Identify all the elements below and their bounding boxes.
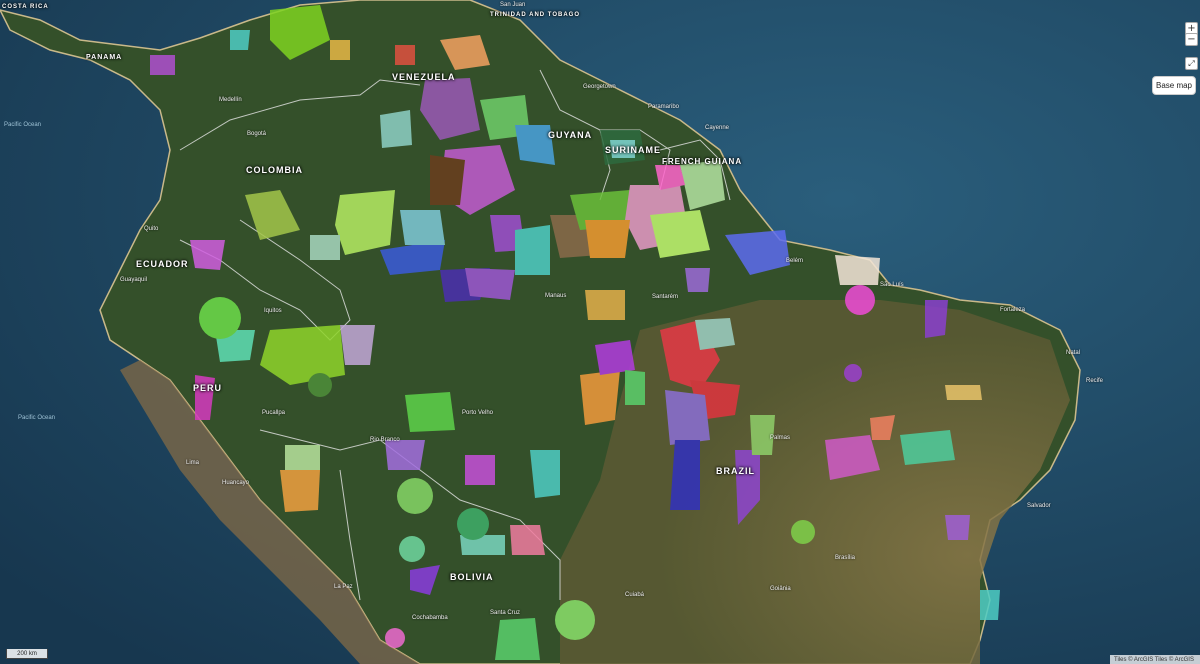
overlay-polygon[interactable] — [495, 618, 540, 660]
city-label: Goiânia — [770, 586, 791, 592]
country-label-panama: PANAMA — [86, 54, 123, 61]
overlay-polygon[interactable] — [945, 385, 982, 400]
overlay-polygon[interactable] — [510, 525, 545, 555]
overlay-polygon[interactable] — [980, 590, 1000, 620]
country-label-peru: PERU — [193, 383, 223, 393]
overlay-circle[interactable] — [397, 478, 433, 514]
country-label-brazil: BRAZIL — [716, 466, 755, 476]
overlay-circle[interactable] — [199, 297, 241, 339]
city-label: Fortaleza — [1000, 307, 1026, 313]
overlay-polygon[interactable] — [695, 318, 735, 350]
ocean-label-pacific: Pacific Ocean — [4, 122, 42, 128]
overlay-circle[interactable] — [457, 508, 489, 540]
overlay-polygon[interactable] — [515, 225, 550, 275]
country-label-venezuela: VENEZUELA — [392, 72, 456, 82]
city-label: São Luís — [880, 282, 904, 288]
country-label-costa-rica: COSTA RICA — [2, 4, 49, 10]
overlay-polygon[interactable] — [580, 370, 620, 425]
city-label: Pucallpa — [262, 410, 286, 416]
city-label: Natal — [1066, 350, 1081, 356]
city-label: Georgetown — [583, 84, 616, 90]
city-label: Salvador — [1027, 503, 1051, 509]
city-label: Brasília — [835, 555, 856, 561]
city-label: Belém — [786, 258, 804, 264]
overlay-circle[interactable] — [791, 520, 815, 544]
city-label: Cochabamba — [412, 615, 448, 621]
city-label: Palmas — [770, 435, 791, 441]
overlay-polygon[interactable] — [665, 390, 710, 445]
city-label: La Paz — [334, 584, 353, 590]
overlay-polygon[interactable] — [190, 240, 225, 270]
overlay-circle[interactable] — [399, 536, 425, 562]
country-label-suriname: SURINAME — [605, 145, 662, 155]
city-label: Porto Velho — [462, 410, 494, 416]
overlay-polygon[interactable] — [595, 340, 635, 375]
overlay-polygon[interactable] — [400, 210, 445, 245]
overlay-polygon[interactable] — [335, 190, 395, 255]
overlay-polygon[interactable] — [380, 110, 412, 148]
overlay-polygon[interactable] — [385, 440, 425, 470]
basemap-satellite[interactable] — [0, 0, 1200, 664]
overlay-polygon[interactable] — [465, 268, 515, 300]
country-label-guyana: GUYANA — [548, 130, 593, 140]
city-label: Huancayo — [222, 480, 250, 486]
map-attribution: Tiles © ArcGIS Tiles © ArcGIS — [1110, 655, 1200, 664]
city-label: Guayaquil — [120, 277, 148, 283]
overlay-polygon[interactable] — [430, 155, 465, 205]
overlay-polygon[interactable] — [585, 290, 625, 320]
overlay-polygon[interactable] — [585, 220, 630, 258]
overlay-circle[interactable] — [844, 364, 862, 382]
ocean-label-pacific: Pacific Ocean — [18, 415, 56, 421]
overlay-polygon[interactable] — [285, 445, 320, 470]
country-label-bolivia: BOLIVIA — [450, 572, 494, 582]
zoom-out-button[interactable]: − — [1185, 33, 1198, 46]
base-map-button[interactable]: Base map — [1152, 76, 1196, 95]
city-label: Cayenne — [705, 125, 730, 131]
overlay-circle[interactable] — [308, 373, 332, 397]
fullscreen-button[interactable]: ⤢ — [1185, 57, 1198, 70]
country-label-ecuador: ECUADOR — [136, 259, 189, 269]
overlay-circle[interactable] — [845, 285, 875, 315]
overlay-polygon[interactable] — [835, 255, 880, 285]
overlay-polygon[interactable] — [900, 430, 955, 465]
overlay-polygon[interactable] — [465, 455, 495, 485]
overlay-polygon[interactable] — [650, 210, 710, 258]
overlay-polygon[interactable] — [310, 235, 340, 260]
city-label: Quito — [144, 226, 159, 232]
city-label: Cuiabá — [625, 592, 645, 598]
city-label: Manaus — [545, 293, 567, 299]
overlay-polygon[interactable] — [230, 30, 250, 50]
city-label: Recife — [1086, 378, 1104, 384]
overlay-polygon[interactable] — [330, 40, 350, 60]
city-label: Rio Branco — [370, 437, 400, 443]
overlay-polygon[interactable] — [395, 45, 415, 65]
overlay-polygon[interactable] — [150, 55, 175, 75]
city-label: Santarém — [652, 294, 679, 300]
overlay-polygon[interactable] — [405, 392, 455, 432]
city-label: Iquitos — [264, 308, 282, 314]
city-label: Paramaribo — [648, 104, 680, 110]
city-label: Lima — [186, 460, 200, 466]
overlay-polygon[interactable] — [530, 450, 560, 498]
overlay-polygon[interactable] — [340, 325, 375, 365]
scale-bar: 200 km — [6, 649, 48, 659]
overlay-circle[interactable] — [555, 600, 595, 640]
city-label: Medellín — [219, 97, 242, 103]
overlay-polygon[interactable] — [945, 515, 970, 540]
overlay-circle[interactable] — [385, 628, 405, 648]
country-label-colombia: COLOMBIA — [246, 165, 303, 175]
city-label: San Juan — [500, 2, 526, 8]
city-label: Bogotá — [247, 131, 267, 137]
overlay-polygon[interactable] — [670, 440, 700, 510]
country-label-trinidad-and-tobago: TRINIDAD AND TOBAGO — [490, 12, 580, 18]
overlay-polygon[interactable] — [280, 470, 320, 512]
country-label-french-guiana: FRENCH GUIANA — [662, 157, 743, 166]
city-label: Santa Cruz — [490, 610, 521, 616]
overlay-polygon[interactable] — [625, 370, 645, 405]
overlay-polygon[interactable] — [685, 268, 710, 292]
overlay-polygon[interactable] — [925, 300, 948, 338]
